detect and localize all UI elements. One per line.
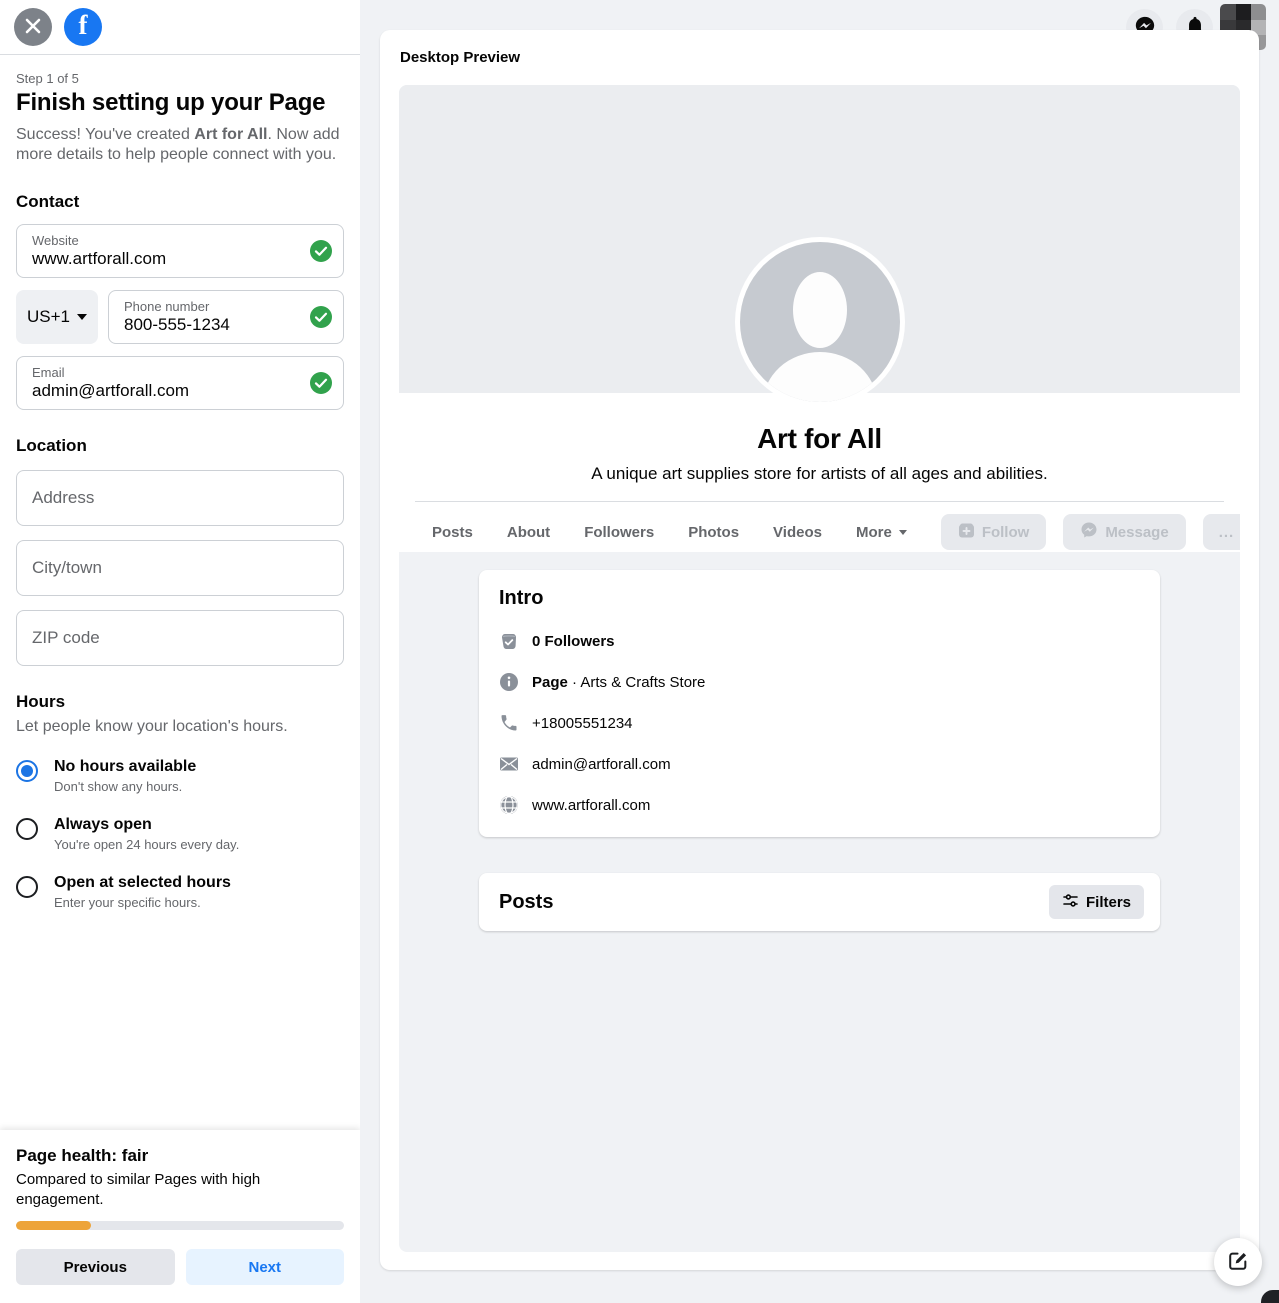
phone-field[interactable]: Phone number 800-555-1234	[108, 290, 344, 344]
preview-label: Desktop Preview	[380, 30, 1259, 66]
page-title: Finish setting up your Page	[16, 89, 344, 117]
phone-value: 800-555-1234	[124, 315, 303, 335]
radio-button[interactable]	[16, 818, 38, 840]
option-description: Enter your specific hours.	[54, 895, 231, 910]
page-avatar-placeholder	[735, 237, 905, 407]
chevron-down-icon	[77, 314, 87, 320]
chevron-down-icon	[899, 530, 907, 535]
hours-heading: Hours	[16, 692, 344, 712]
phone-row: +18005551234	[499, 713, 1140, 733]
intro-card: Intro 0 Followers Page · Arts & Craft	[479, 570, 1160, 837]
tab-about[interactable]: About	[507, 524, 550, 541]
envelope-icon	[499, 754, 519, 774]
page-content-area: Intro 0 Followers Page · Arts & Craft	[399, 552, 1240, 931]
address-input[interactable]	[16, 470, 344, 526]
radio-button[interactable]	[16, 876, 38, 898]
check-circle-icon	[310, 240, 332, 262]
page-header-band: Art for All A unique art supplies store …	[399, 393, 1240, 552]
option-description: Don't show any hours.	[54, 779, 196, 794]
email-field[interactable]: Email admin@artforall.com	[16, 356, 344, 410]
more-options-button[interactable]: ...	[1203, 514, 1240, 550]
intro-heading: Intro	[499, 587, 1140, 610]
close-icon	[25, 18, 41, 37]
filters-sliders-icon	[1062, 892, 1079, 913]
hours-subtitle: Let people know your location's hours.	[16, 718, 344, 736]
intro-phone[interactable]: +18005551234	[532, 715, 633, 732]
check-circle-icon	[310, 372, 332, 394]
health-progress-fill	[16, 1221, 91, 1230]
posts-heading: Posts	[499, 891, 553, 914]
tab-followers[interactable]: Followers	[584, 524, 654, 541]
intro-email[interactable]: admin@artforall.com	[532, 756, 671, 773]
sidebar-footer: Page health: fair Compared to similar Pa…	[0, 1130, 360, 1303]
posts-card: Posts Filters	[479, 873, 1160, 931]
messenger-icon	[1080, 521, 1098, 543]
compose-edit-icon	[1227, 1250, 1249, 1275]
page-preview: Art for All A unique art supplies store …	[399, 85, 1240, 1252]
radio-button[interactable]	[16, 760, 38, 782]
ellipsis-icon: ...	[1219, 524, 1235, 541]
close-button[interactable]	[14, 8, 52, 46]
intro-text: Success! You've created Art for All. Now…	[16, 125, 344, 166]
website-value: www.artforall.com	[32, 249, 303, 269]
globe-icon	[499, 795, 519, 815]
country-code-value: US+1	[27, 307, 70, 327]
email-value: admin@artforall.com	[32, 381, 303, 401]
followers-row: 0 Followers	[499, 631, 1140, 651]
sidebar-body: Step 1 of 5 Finish setting up your Page …	[0, 55, 360, 1130]
check-circle-icon	[310, 306, 332, 328]
intro-website[interactable]: www.artforall.com	[532, 797, 650, 814]
next-button[interactable]: Next	[186, 1249, 345, 1285]
website-row: www.artforall.com	[499, 795, 1140, 815]
option-label: Always open	[54, 816, 239, 834]
edit-page-button[interactable]	[1214, 1238, 1262, 1286]
tab-more[interactable]: More	[856, 524, 907, 541]
desktop-preview-panel: Desktop Preview	[380, 30, 1259, 1270]
filters-button[interactable]: Filters	[1049, 885, 1144, 919]
corner-overlay	[1261, 1290, 1279, 1303]
city-input[interactable]	[16, 540, 344, 596]
info-icon	[499, 672, 519, 692]
website-label: Website	[32, 233, 303, 248]
email-row: admin@artforall.com	[499, 754, 1140, 774]
tab-photos[interactable]: Photos	[688, 524, 739, 541]
step-indicator: Step 1 of 5	[16, 71, 344, 86]
facebook-logo-icon[interactable]: f	[64, 8, 102, 46]
website-field[interactable]: Website www.artforall.com	[16, 224, 344, 278]
option-label: No hours available	[54, 758, 196, 776]
page-health-title: Page health: fair	[16, 1146, 344, 1166]
tab-videos[interactable]: Videos	[773, 524, 822, 541]
phone-label: Phone number	[124, 299, 303, 314]
message-button[interactable]: Message	[1063, 514, 1185, 550]
zip-input[interactable]	[16, 610, 344, 666]
health-progress-bar	[16, 1221, 344, 1230]
followers-box-icon	[499, 631, 519, 651]
sidebar-header: f	[0, 0, 360, 55]
setup-sidebar: f Step 1 of 5 Finish setting up your Pag…	[0, 0, 360, 1303]
followers-count: 0 Followers	[532, 633, 615, 650]
page-type-row: Page · Arts & Crafts Store	[499, 672, 1140, 692]
contact-heading: Contact	[16, 192, 344, 212]
page-description: A unique art supplies store for artists …	[399, 464, 1240, 484]
location-heading: Location	[16, 436, 344, 456]
country-code-select[interactable]: US+1	[16, 290, 98, 344]
hours-option-always-open[interactable]: Always open You're open 24 hours every d…	[16, 816, 344, 852]
preview-stage: Desktop Preview	[360, 0, 1279, 1303]
email-label: Email	[32, 365, 303, 380]
option-label: Open at selected hours	[54, 874, 231, 892]
page-setup-screen: f Step 1 of 5 Finish setting up your Pag…	[0, 0, 1279, 1303]
page-tabs: Posts About Followers Photos Videos More…	[399, 502, 1240, 562]
cover-photo-placeholder	[399, 85, 1240, 393]
page-health-description: Compared to similar Pages with high enga…	[16, 1170, 344, 1209]
hours-option-no-hours[interactable]: No hours available Don't show any hours.	[16, 758, 344, 794]
tab-posts[interactable]: Posts	[432, 524, 473, 541]
hours-option-selected-hours[interactable]: Open at selected hours Enter your specif…	[16, 874, 344, 910]
phone-row: US+1 Phone number 800-555-1234	[16, 290, 344, 344]
follow-plus-icon	[958, 522, 975, 543]
option-description: You're open 24 hours every day.	[54, 837, 239, 852]
phone-icon	[499, 713, 519, 733]
previous-button[interactable]: Previous	[16, 1249, 175, 1285]
follow-button[interactable]: Follow	[941, 514, 1047, 550]
